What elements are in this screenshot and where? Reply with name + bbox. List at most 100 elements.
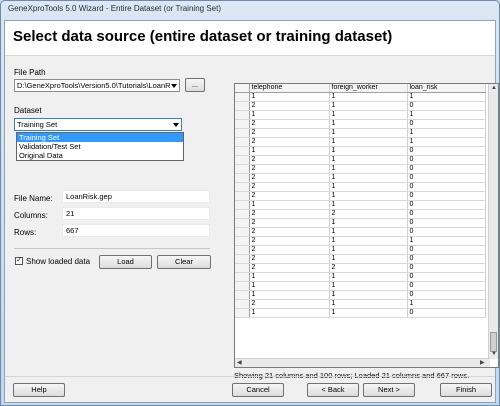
table-cell[interactable]: 1 (249, 146, 330, 157)
table-cell[interactable]: 2 (249, 299, 330, 310)
row-header-cell[interactable] (235, 146, 250, 157)
next-button[interactable]: Next > (363, 383, 415, 397)
row-header-cell[interactable] (235, 155, 250, 166)
table-cell[interactable]: 1 (407, 110, 486, 121)
table-cell[interactable]: 1 (249, 281, 330, 292)
table-row[interactable]: 210 (235, 245, 486, 256)
table-cell[interactable]: 0 (407, 182, 486, 193)
table-cell[interactable]: 1 (249, 308, 330, 319)
cancel-button[interactable]: Cancel (232, 383, 284, 397)
table-cell[interactable]: 1 (329, 272, 408, 283)
table-cell[interactable]: 1 (407, 299, 486, 310)
table-row[interactable]: 110 (235, 272, 486, 283)
clear-button[interactable]: Clear (157, 255, 211, 269)
table-cell[interactable]: 2 (249, 218, 330, 229)
table-row[interactable]: 110 (235, 146, 486, 157)
table-cell[interactable]: 1 (329, 128, 408, 139)
dataset-option-original[interactable]: Original Data (17, 151, 183, 160)
table-cell[interactable]: 1 (407, 128, 486, 139)
row-header-cell[interactable] (235, 164, 250, 175)
table-cell[interactable]: 1 (329, 290, 408, 301)
file-path-combo[interactable]: D:\GeneXproTools\Version5.0\Tutorials\Lo… (14, 79, 180, 92)
table-cell[interactable]: 0 (407, 200, 486, 211)
scroll-down-icon[interactable]: ▼ (491, 350, 497, 358)
scroll-right-icon[interactable]: ▶ (480, 359, 485, 367)
scroll-up-icon[interactable]: ▲ (491, 84, 497, 92)
column-header[interactable]: loan_risk (407, 84, 486, 94)
table-cell[interactable]: 2 (249, 263, 330, 274)
table-cell[interactable]: 1 (407, 92, 486, 103)
table-row[interactable]: 211 (235, 236, 486, 247)
table-cell[interactable]: 1 (329, 281, 408, 292)
table-row[interactable]: 111 (235, 110, 486, 121)
table-cell[interactable]: 1 (329, 236, 408, 247)
table-cell[interactable]: 2 (249, 245, 330, 256)
row-header-cell[interactable] (235, 137, 250, 148)
scroll-thumb[interactable] (490, 332, 497, 352)
table-row[interactable]: 210 (235, 254, 486, 265)
row-header-cell[interactable] (235, 182, 250, 193)
row-header-cell[interactable] (235, 200, 250, 211)
table-row[interactable]: 210 (235, 218, 486, 229)
table-row[interactable]: 210 (235, 119, 486, 130)
table-row[interactable]: 111 (235, 92, 486, 103)
table-cell[interactable]: 0 (407, 272, 486, 283)
table-cell[interactable]: 0 (407, 164, 486, 175)
table-row[interactable]: 211 (235, 137, 486, 148)
table-row[interactable]: 211 (235, 299, 486, 310)
table-cell[interactable]: 1 (329, 191, 408, 202)
horizontal-scrollbar[interactable]: ◀ ▶ (235, 358, 490, 367)
table-cell[interactable]: 2 (249, 119, 330, 130)
table-cell[interactable]: 0 (407, 191, 486, 202)
table-row[interactable]: 210 (235, 164, 486, 175)
table-cell[interactable]: 0 (407, 263, 486, 274)
table-cell[interactable]: 0 (407, 101, 486, 112)
table-cell[interactable]: 2 (249, 155, 330, 166)
table-cell[interactable]: 0 (407, 173, 486, 184)
table-cell[interactable]: 2 (329, 209, 408, 220)
table-cell[interactable]: 2 (249, 137, 330, 148)
table-cell[interactable]: 1 (249, 110, 330, 121)
scroll-left-icon[interactable]: ◀ (237, 359, 242, 367)
finish-button[interactable]: Finish (440, 383, 492, 397)
table-row[interactable]: 210 (235, 101, 486, 112)
column-header[interactable]: telephone (249, 84, 330, 94)
row-header-cell[interactable] (235, 263, 250, 274)
table-cell[interactable]: 1 (407, 236, 486, 247)
load-button[interactable]: Load (99, 255, 152, 269)
row-header-cell[interactable] (235, 110, 250, 121)
table-cell[interactable]: 1 (329, 164, 408, 175)
row-header-cell[interactable] (235, 128, 250, 139)
table-cell[interactable]: 1 (329, 182, 408, 193)
table-row[interactable]: 110 (235, 290, 486, 301)
table-cell[interactable]: 1 (329, 92, 408, 103)
table-cell[interactable]: 2 (249, 209, 330, 220)
table-cell[interactable]: 0 (407, 254, 486, 265)
table-cell[interactable]: 1 (329, 227, 408, 238)
row-header-cell[interactable] (235, 92, 250, 103)
table-cell[interactable]: 0 (407, 209, 486, 220)
row-header-cell[interactable] (235, 173, 250, 184)
row-header-cell[interactable] (235, 218, 250, 229)
table-cell[interactable]: 1 (329, 218, 408, 229)
row-header-cell[interactable] (235, 290, 250, 301)
row-header-cell[interactable] (235, 101, 250, 112)
row-header-cell[interactable] (235, 227, 250, 238)
table-cell[interactable]: 2 (249, 182, 330, 193)
help-button[interactable]: Help (13, 383, 65, 397)
table-cell[interactable]: 0 (407, 155, 486, 166)
row-header-cell[interactable] (235, 245, 250, 256)
data-grid[interactable]: telephone foreign_worker loan_risk 11121… (234, 83, 499, 368)
table-cell[interactable]: 0 (407, 146, 486, 157)
table-row[interactable]: 220 (235, 209, 486, 220)
table-row[interactable]: 110 (235, 200, 486, 211)
row-header-cell[interactable] (235, 272, 250, 283)
table-cell[interactable]: 1 (249, 92, 330, 103)
row-header-cell[interactable] (235, 254, 250, 265)
table-cell[interactable]: 1 (329, 173, 408, 184)
table-cell[interactable]: 1 (329, 137, 408, 148)
table-cell[interactable]: 1 (329, 110, 408, 121)
row-header-cell[interactable] (235, 236, 250, 247)
table-cell[interactable]: 1 (249, 272, 330, 283)
table-cell[interactable]: 0 (407, 218, 486, 229)
